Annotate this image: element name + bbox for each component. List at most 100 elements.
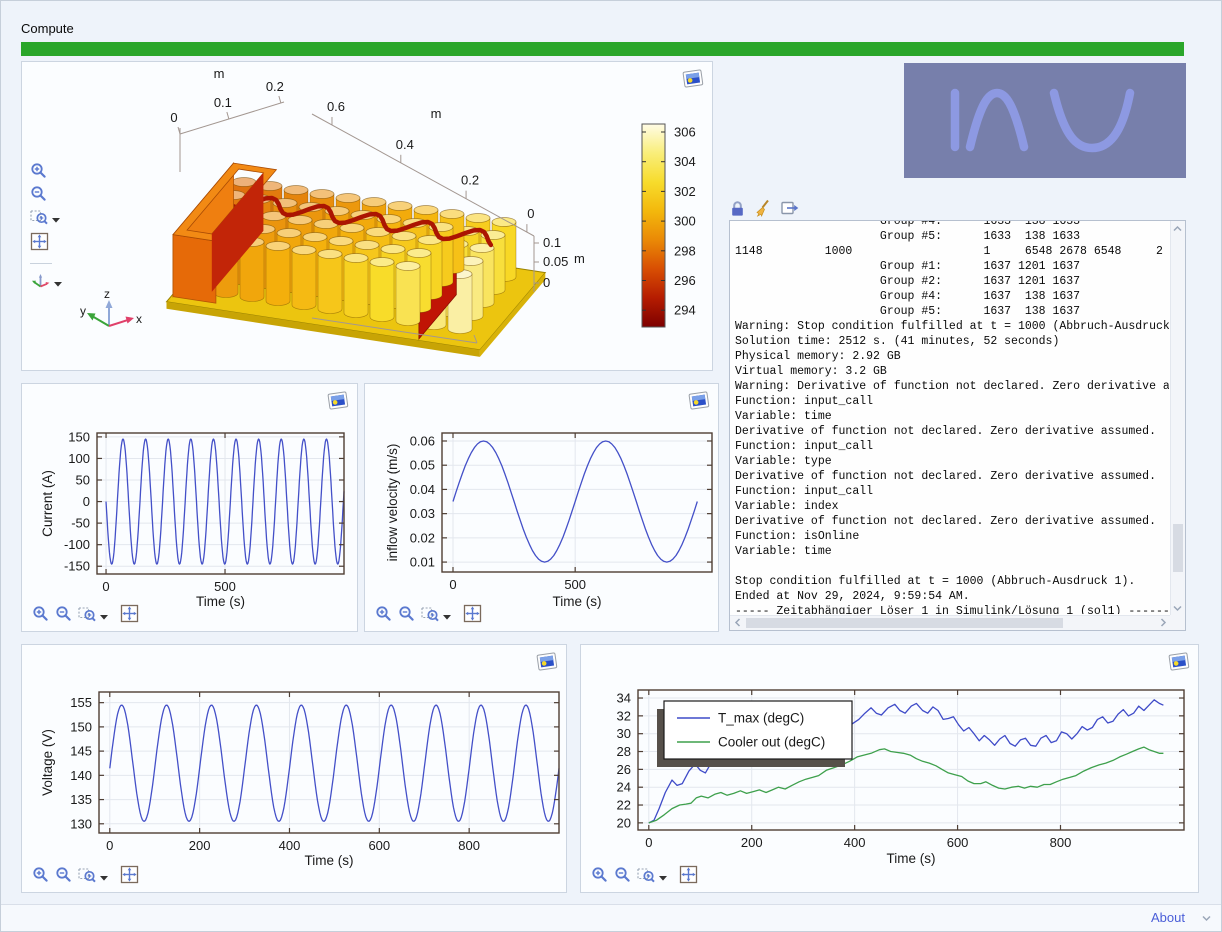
view-orientation-button[interactable] — [30, 271, 62, 293]
snapshot-button[interactable] — [534, 651, 560, 673]
snapshot-button[interactable] — [680, 68, 706, 90]
zoom-out-button[interactable] — [55, 605, 72, 625]
log-lock-button[interactable] — [730, 200, 745, 220]
svg-text:Cooler out (degC): Cooler out (degC) — [718, 735, 825, 750]
zoom-out-button[interactable] — [614, 866, 631, 886]
zoom-out-button[interactable] — [55, 866, 72, 886]
temperature-chart: 02004006008002022242628303234Time (s)T_m… — [581, 645, 1198, 892]
caret-down-icon — [54, 275, 62, 290]
snapshot-icon — [534, 661, 560, 676]
zoom-out-icon — [55, 605, 72, 625]
svg-text:0: 0 — [543, 275, 550, 290]
plot-panel-voltage: 0200400600800130135140145150155Time (s)V… — [21, 644, 567, 893]
plot-toolbar — [32, 865, 139, 887]
snapshot-button[interactable] — [325, 390, 351, 412]
horizontal-scroll-thumb[interactable] — [746, 618, 1063, 628]
zoom-box-button[interactable] — [78, 605, 108, 626]
svg-text:400: 400 — [279, 838, 301, 853]
svg-text:150: 150 — [68, 429, 90, 444]
caret-down-icon — [100, 869, 108, 884]
zoom-out-icon — [30, 185, 47, 205]
zoom-extents-button[interactable] — [120, 604, 139, 626]
zoom-in-button[interactable] — [30, 162, 47, 182]
iav-logo-graphic — [904, 63, 1186, 178]
svg-text:400: 400 — [844, 835, 866, 850]
svg-text:200: 200 — [189, 838, 211, 853]
zoom-extents-button[interactable] — [463, 604, 482, 626]
svg-text:296: 296 — [674, 273, 696, 288]
zoom-box-icon — [421, 605, 440, 626]
svg-text:-50: -50 — [71, 516, 90, 531]
scroll-down-icon[interactable] — [1171, 601, 1184, 614]
zoom-extents-button[interactable] — [120, 865, 139, 887]
zoom-in-button[interactable] — [375, 605, 392, 625]
snapshot-icon — [680, 78, 706, 93]
svg-text:0.2: 0.2 — [266, 79, 284, 94]
compute-label: Compute — [21, 21, 74, 36]
svg-text:304: 304 — [674, 154, 696, 169]
snapshot-button[interactable] — [686, 390, 712, 412]
svg-text:0: 0 — [449, 577, 456, 592]
zoom-in-button[interactable] — [591, 866, 608, 886]
zoom-box-icon — [30, 208, 49, 229]
svg-text:0.05: 0.05 — [410, 458, 435, 473]
zoom-in-button[interactable] — [32, 866, 49, 886]
svg-text:200: 200 — [741, 835, 763, 850]
caret-down-icon — [52, 211, 60, 226]
inflow-velocity-chart: 05000.010.020.030.040.050.06Time (s)infl… — [365, 384, 718, 631]
svg-text:0: 0 — [83, 494, 90, 509]
about-link[interactable]: About — [1151, 910, 1185, 925]
zoom-out-button[interactable] — [30, 185, 47, 205]
svg-text:50: 50 — [76, 473, 90, 488]
svg-text:m: m — [214, 66, 225, 81]
voltage-chart: 0200400600800130135140145150155Time (s)V… — [22, 645, 566, 892]
svg-text:m: m — [574, 251, 585, 266]
svg-text:600: 600 — [947, 835, 969, 850]
zoom-in-icon — [30, 162, 47, 182]
zoom-box-button[interactable] — [78, 866, 108, 887]
snapshot-icon — [325, 400, 351, 415]
log-clear-button[interactable] — [754, 199, 772, 220]
zoom-box-button[interactable] — [421, 605, 451, 626]
graphics-panel-3d: 00.10.2m0.60.40.20m0.10.050mzyx306304302… — [21, 61, 713, 371]
footer-chevron-button[interactable] — [1195, 910, 1217, 926]
broom-icon — [754, 199, 772, 220]
scroll-left-icon[interactable] — [731, 616, 744, 629]
current-chart: 0500-150-100-50050100150Time (s)Current … — [22, 384, 357, 631]
scroll-up-icon[interactable] — [1171, 222, 1184, 235]
zoom-box-button[interactable] — [637, 866, 667, 887]
zoom-out-button[interactable] — [398, 605, 415, 625]
svg-text:150: 150 — [70, 719, 92, 734]
svg-text:28: 28 — [617, 744, 631, 759]
svg-text:m: m — [431, 106, 442, 121]
svg-text:155: 155 — [70, 695, 92, 710]
log-export-button[interactable] — [781, 200, 800, 219]
svg-text:130: 130 — [70, 816, 92, 831]
zoom-extents-button[interactable] — [679, 865, 698, 887]
svg-text:300: 300 — [674, 214, 696, 229]
snapshot-button[interactable] — [1166, 651, 1192, 673]
svg-text:Time (s): Time (s) — [887, 851, 936, 866]
svg-text:0.6: 0.6 — [327, 99, 345, 114]
log-horizontal-scrollbar[interactable] — [730, 615, 1170, 630]
svg-text:inflow velocity (m/s): inflow velocity (m/s) — [385, 444, 400, 562]
svg-text:Voltage (V): Voltage (V) — [40, 729, 55, 796]
svg-text:0.1: 0.1 — [214, 95, 232, 110]
vertical-scroll-thumb[interactable] — [1173, 524, 1183, 571]
svg-text:26: 26 — [617, 762, 631, 777]
zoom-box-button[interactable] — [30, 208, 60, 229]
svg-text:20: 20 — [617, 815, 631, 830]
log-toolbar — [730, 199, 800, 220]
svg-text:800: 800 — [458, 838, 480, 853]
scroll-right-icon[interactable] — [1156, 616, 1169, 629]
log-vertical-scrollbar[interactable] — [1170, 221, 1185, 615]
svg-text:298: 298 — [674, 243, 696, 258]
plot-toolbar — [591, 865, 698, 887]
log-panel[interactable]: Group #4: 1633 138 1633 Group #5: 1633 1… — [729, 220, 1186, 631]
zoom-extents-icon — [30, 232, 49, 254]
svg-text:500: 500 — [214, 579, 236, 594]
svg-text:30: 30 — [617, 726, 631, 741]
svg-text:32: 32 — [617, 708, 631, 723]
zoom-in-button[interactable] — [32, 605, 49, 625]
zoom-extents-button[interactable] — [30, 232, 49, 254]
